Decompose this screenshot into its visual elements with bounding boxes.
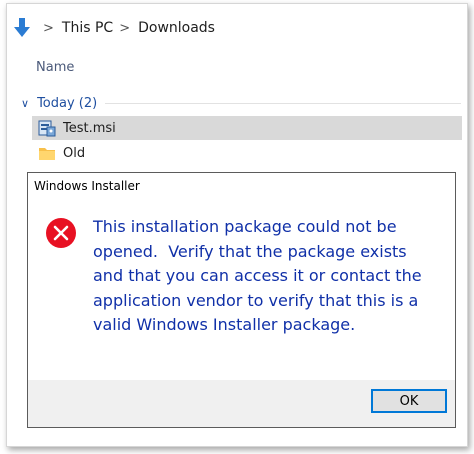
breadcrumb-downloads[interactable]: Downloads	[138, 20, 215, 36]
group-label: Today (2)	[37, 95, 98, 111]
message-line: application vendor to verify that this i…	[93, 290, 419, 310]
file-row-test-msi[interactable]: Test.msi	[32, 116, 462, 140]
download-arrow-icon	[14, 18, 30, 37]
msi-installer-icon	[38, 120, 56, 137]
breadcrumb-separator: >	[119, 20, 131, 36]
dialog-title: Windows Installer	[34, 179, 140, 193]
file-row-old[interactable]: Old	[32, 141, 462, 165]
message-line: This installation package could not be	[93, 217, 397, 236]
column-header-name[interactable]: Name	[36, 60, 74, 75]
windows-installer-dialog: Windows Installer This installation pack…	[27, 172, 456, 428]
ok-button[interactable]: OK	[371, 389, 447, 413]
error-message: This installation package could not be o…	[93, 215, 438, 338]
message-line: valid Windows Installer package.	[93, 315, 356, 334]
dialog-footer: OK	[28, 380, 455, 427]
message-line: and that you can access it or contact th…	[93, 266, 422, 285]
breadcrumb-separator: >	[43, 20, 54, 36]
chevron-down-icon: ∨	[21, 96, 30, 110]
message-line: opened. Verify that the package exists	[93, 241, 407, 261]
breadcrumb: > This PC > Downloads	[7, 16, 215, 40]
error-icon	[46, 218, 76, 248]
file-name: Test.msi	[63, 120, 116, 136]
file-name: Old	[63, 145, 86, 161]
group-header-today[interactable]: ∨ Today (2)	[21, 93, 461, 113]
breadcrumb-this-pc[interactable]: This PC	[62, 20, 113, 36]
group-divider	[105, 102, 461, 104]
explorer-window: > This PC > Downloads Name ∨ Today (2) T…	[6, 3, 468, 447]
folder-icon	[39, 148, 55, 160]
